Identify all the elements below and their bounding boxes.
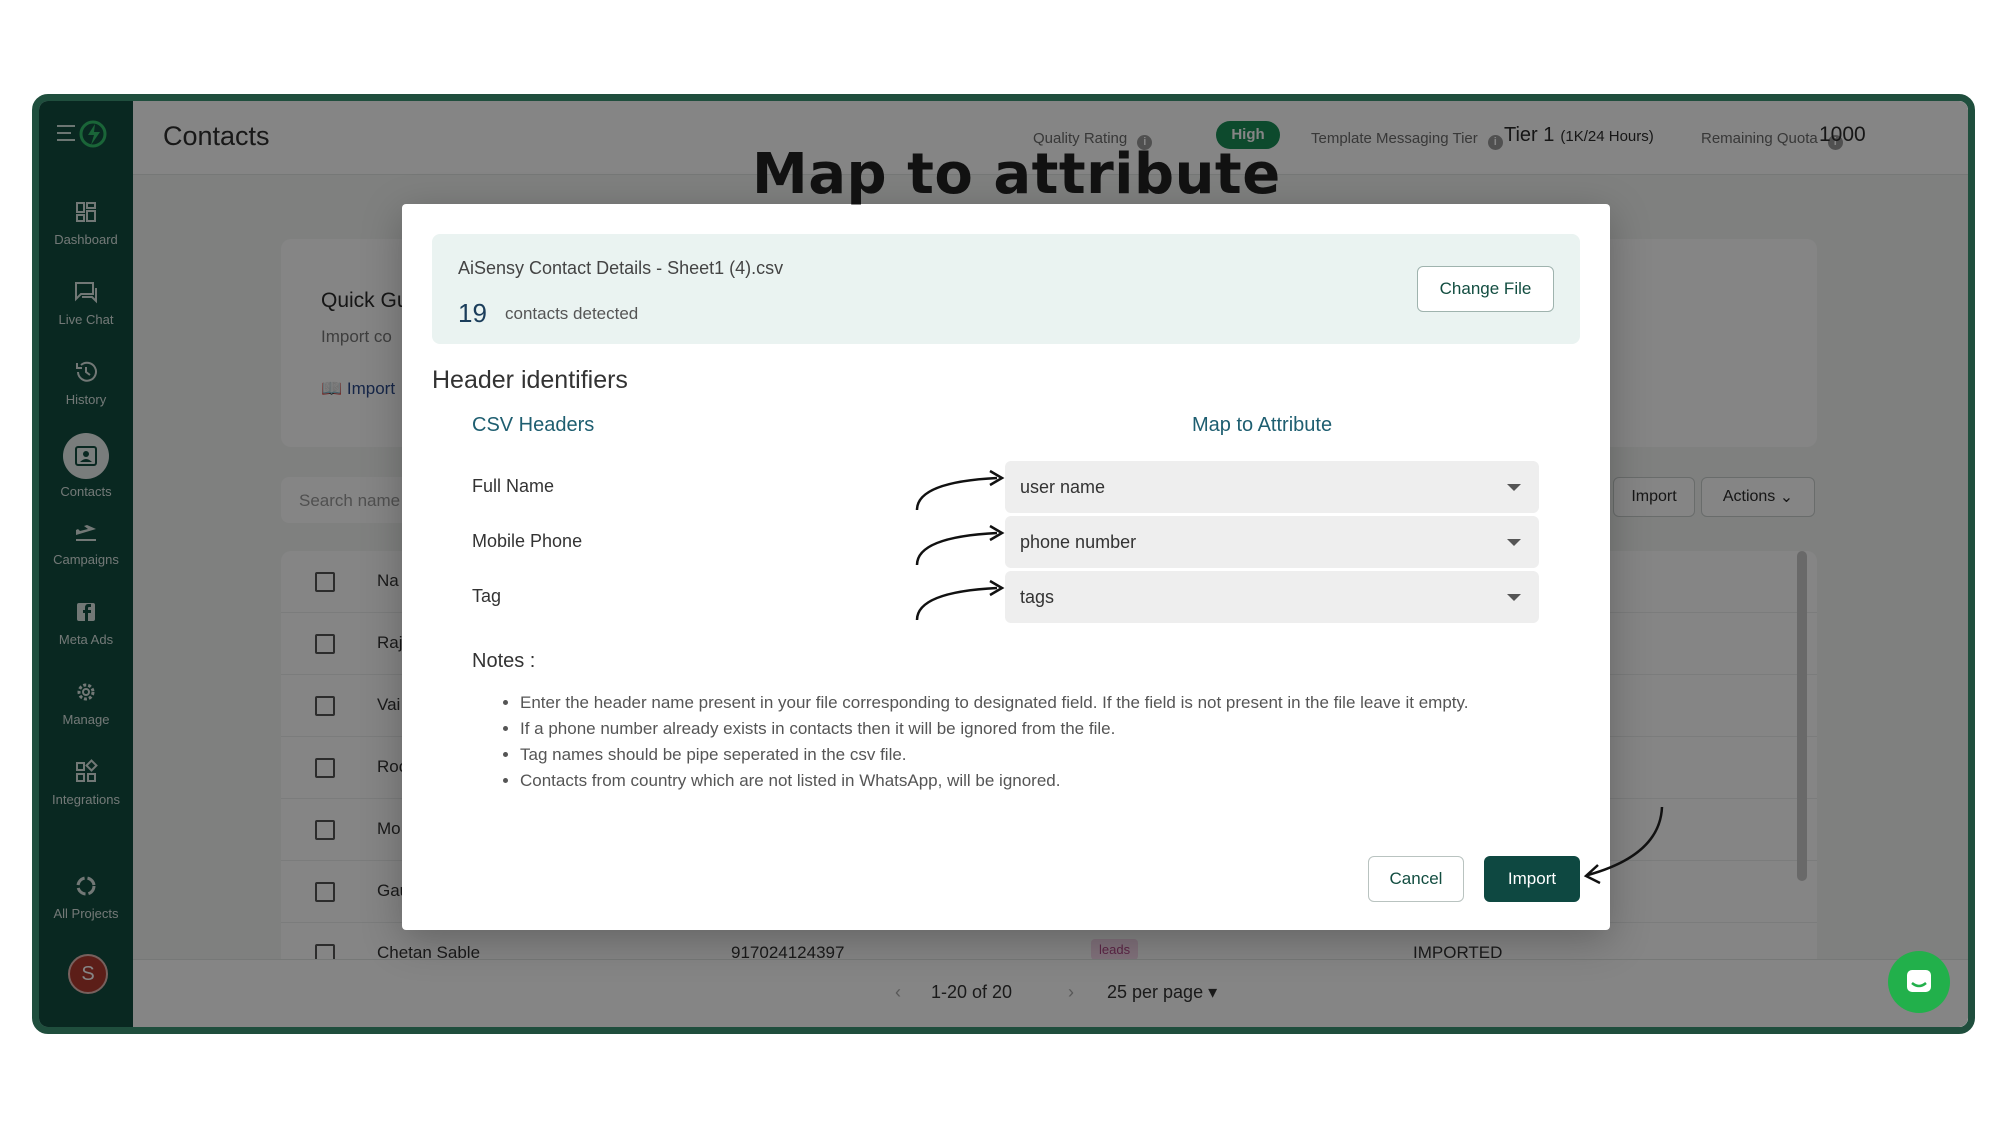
note-item: Tag names should be pipe seperated in th… [520,742,1468,768]
note-item: Enter the header name present in your fi… [520,690,1468,716]
csv-headers-column-title: CSV Headers [472,414,595,436]
notes-list: Enter the header name present in your fi… [520,690,1468,794]
note-item: If a phone number already exists in cont… [520,716,1468,742]
arrow-icon [1583,806,1664,885]
import-mapping-modal: AiSensy Contact Details - Sheet1 (4).csv… [402,204,1610,930]
change-file-button[interactable]: Change File [1417,266,1554,312]
cancel-button[interactable]: Cancel [1368,856,1464,902]
attribute-select[interactable]: phone number [1005,516,1539,568]
file-name: AiSensy Contact Details - Sheet1 (4).csv [458,258,784,278]
attribute-select[interactable]: tags [1005,571,1539,623]
section-title: Header identifiers [432,366,628,394]
note-item: Contacts from country which are not list… [520,768,1468,794]
chevron-down-icon [1507,594,1521,601]
csv-header-label: Full Name [472,476,555,496]
chevron-down-icon [1507,539,1521,546]
contacts-count: 19 [458,298,487,328]
arrow-icon [915,524,1005,566]
map-to-attribute-column-title: Map to Attribute [1192,414,1333,436]
arrow-icon [915,469,1005,511]
chevron-down-icon [1507,484,1521,491]
csv-header-label: Mobile Phone [472,531,583,551]
file-summary: AiSensy Contact Details - Sheet1 (4).csv… [432,234,1580,344]
chat-icon [1907,970,1931,992]
import-button[interactable]: Import [1484,856,1580,902]
attribute-select[interactable]: user name [1005,461,1539,513]
annotation-title: Map to attribute [752,142,1281,207]
csv-header-label: Tag [472,586,502,606]
contacts-count-label: contacts detected [505,304,639,323]
arrow-icon [915,579,1005,621]
chat-support-button[interactable] [1888,951,1950,1013]
notes-title: Notes : [472,650,536,672]
